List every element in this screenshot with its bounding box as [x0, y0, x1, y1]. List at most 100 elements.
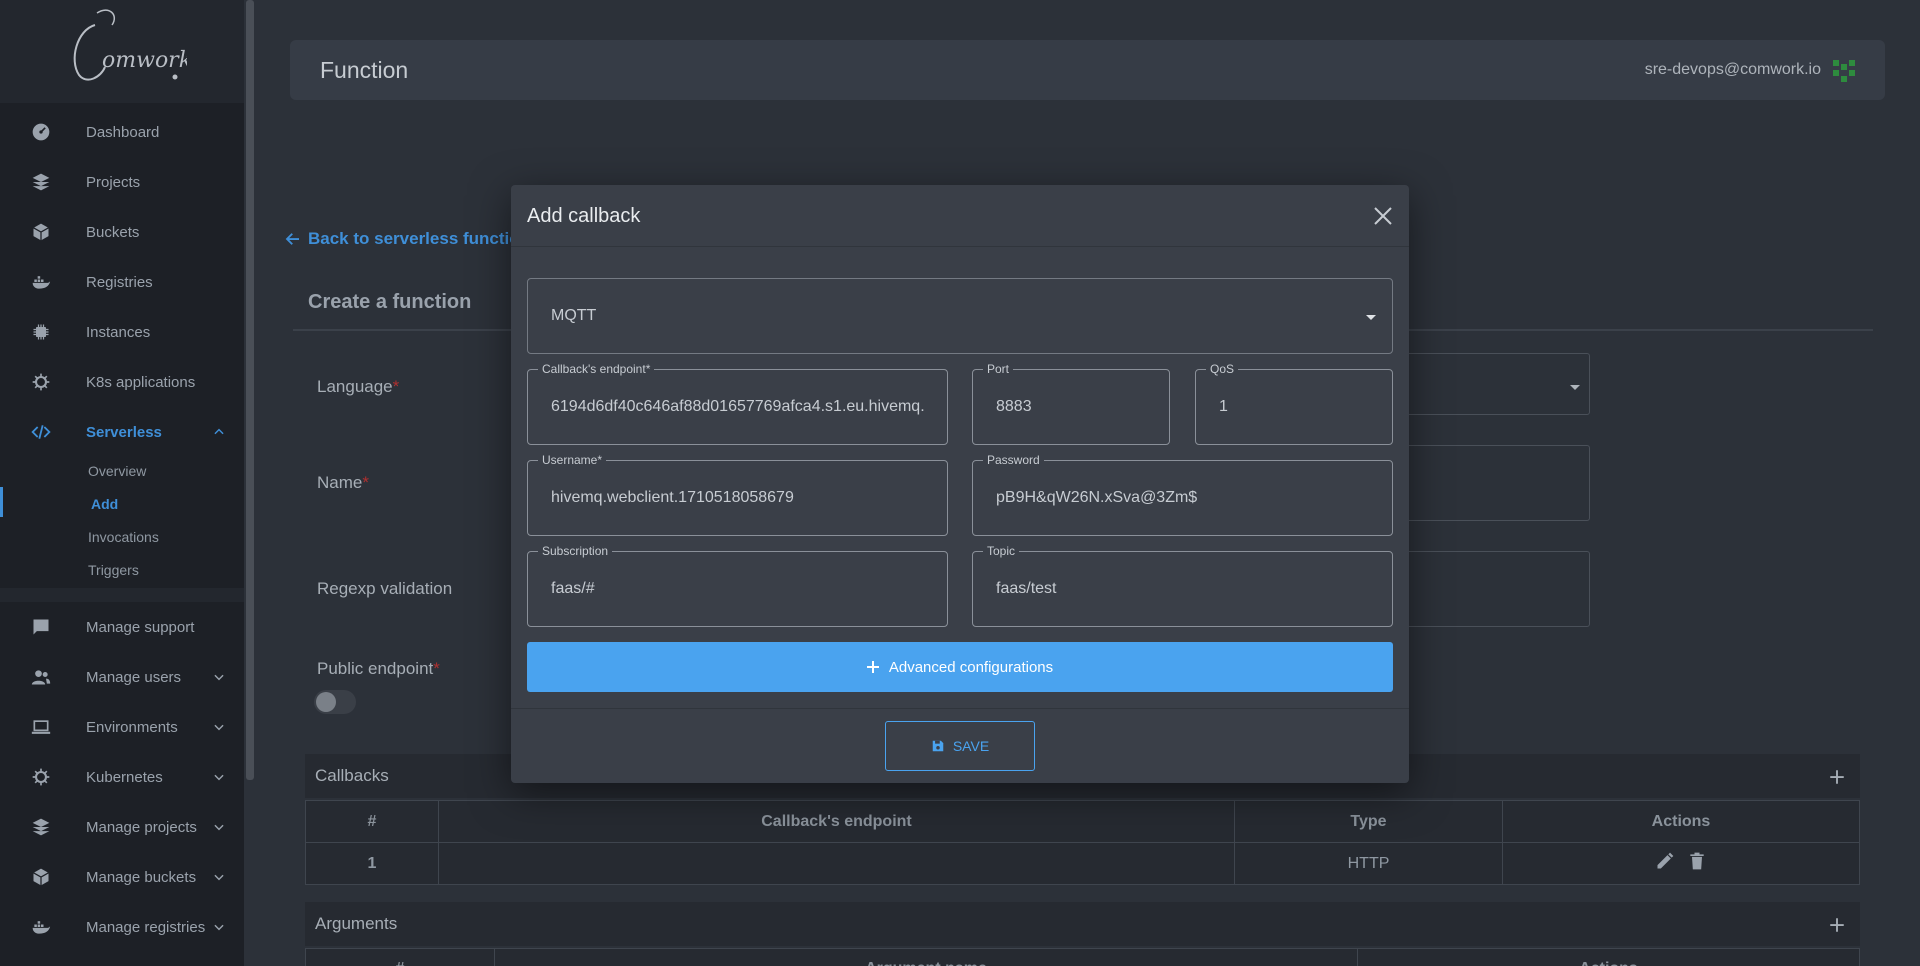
- delete-icon[interactable]: [1687, 851, 1707, 871]
- advanced-configurations-button[interactable]: Advanced configurations: [527, 642, 1393, 692]
- sidebar-item-manage-projects[interactable]: Manage projects: [0, 802, 244, 852]
- close-icon[interactable]: [1371, 204, 1395, 228]
- arguments-header: Arguments: [305, 902, 1860, 946]
- topic-input[interactable]: [973, 552, 1392, 626]
- sub-item-overview[interactable]: Overview: [88, 463, 146, 479]
- advanced-configurations-label: Advanced configurations: [888, 658, 1054, 676]
- add-callback-icon[interactable]: [1828, 768, 1846, 786]
- chat-icon: [30, 616, 52, 638]
- sidebar-item-manage-users[interactable]: Manage users: [0, 652, 244, 702]
- sub-item-invocations[interactable]: Invocations: [88, 529, 159, 545]
- add-argument-icon[interactable]: [1828, 916, 1846, 934]
- chevron-down-icon[interactable]: [212, 870, 226, 884]
- page-header: Function sre-devops@comwork.io: [290, 40, 1885, 100]
- sidebar-item-manage-buckets[interactable]: Manage buckets: [0, 852, 244, 902]
- sidebar-item-label: Environments: [86, 718, 178, 736]
- comwork-logo[interactable]: omwork: [0, 0, 244, 100]
- sidebar-item-dashboard[interactable]: Dashboard: [0, 107, 244, 157]
- sidebar-item-label: Manage registries: [86, 918, 206, 936]
- save-button[interactable]: SAVE: [885, 721, 1035, 771]
- subscription-field: Subscription: [527, 544, 948, 627]
- row-index: 1: [305, 842, 439, 885]
- sidebar-item-manage-support[interactable]: Manage support: [0, 602, 244, 652]
- sidebar-item-environments[interactable]: Environments: [0, 702, 244, 752]
- dialog-header: Add callback: [511, 185, 1409, 247]
- docker-icon: [30, 271, 52, 293]
- save-icon: [932, 740, 944, 752]
- callback-type-select[interactable]: MQTT: [527, 278, 1393, 354]
- back-link-label: Back to serverless functio: [308, 229, 520, 248]
- users-icon: [30, 666, 52, 688]
- sidebar-item-label: Manage buckets: [86, 868, 197, 886]
- user-email[interactable]: sre-devops@comwork.io: [1645, 61, 1821, 79]
- active-indicator: [0, 487, 3, 517]
- language-select[interactable]: [1380, 353, 1590, 415]
- back-link[interactable]: Back to serverless functio: [284, 229, 520, 249]
- column-header: Callback's endpoint: [438, 800, 1235, 843]
- layers-icon: [30, 171, 52, 193]
- table-header-row: # Callback's endpoint Type Actions: [305, 800, 1860, 843]
- endpoint-input[interactable]: [528, 370, 947, 444]
- column-header: Argument name: [494, 948, 1358, 966]
- arrow-left-icon: [285, 233, 299, 245]
- sidebar-item-serverless[interactable]: Serverless: [0, 407, 244, 457]
- subscription-input[interactable]: [528, 552, 947, 626]
- qos-input[interactable]: [1196, 370, 1392, 444]
- sidebar-item-label: Instances: [86, 323, 151, 341]
- callbacks-title: Callbacks: [315, 766, 389, 785]
- password-input[interactable]: [973, 461, 1392, 535]
- qos-field: QoS: [1195, 362, 1393, 445]
- sidebar-item-label: K8s applications: [86, 373, 196, 391]
- caret-down-icon: [1570, 385, 1580, 390]
- logo-icon: omwork: [73, 9, 187, 81]
- page-title: Function: [320, 57, 409, 83]
- chevron-down-icon[interactable]: [212, 670, 226, 684]
- chevron-down-icon[interactable]: [212, 770, 226, 784]
- helm-icon: [30, 766, 52, 788]
- laptop-icon: [30, 716, 52, 738]
- sidebar-item-label: Manage projects: [86, 818, 197, 836]
- dashboard-icon: [30, 121, 52, 143]
- sidebar-item-projects[interactable]: Projects: [0, 157, 244, 207]
- admin-nav: Manage support Manage users Environments…: [0, 602, 244, 966]
- sidebar-item-buckets[interactable]: Buckets: [0, 207, 244, 257]
- chevron-up-icon[interactable]: [212, 425, 226, 439]
- sidebar-item-label: Kubernetes: [86, 768, 163, 786]
- sidebar-item-label: Registries: [86, 273, 153, 291]
- sidebar-item-registries[interactable]: Registries: [0, 257, 244, 307]
- column-header: #: [305, 948, 495, 966]
- sub-item-triggers[interactable]: Triggers: [88, 562, 139, 578]
- sidebar: omwork Dashboard Projects Buckets Regist…: [0, 0, 244, 966]
- chevron-down-icon[interactable]: [212, 920, 226, 934]
- docker-icon: [30, 916, 52, 938]
- avatar-icon[interactable]: [1831, 58, 1857, 84]
- create-function-title: Create a function: [308, 291, 472, 313]
- sidebar-item-manage-registries[interactable]: Manage registries: [0, 902, 244, 952]
- chevron-down-icon[interactable]: [212, 720, 226, 734]
- code-icon: [30, 421, 52, 443]
- row-endpoint: [438, 842, 1235, 885]
- table-row: 1 HTTP: [305, 842, 1860, 885]
- sidebar-item-kubernetes[interactable]: Kubernetes: [0, 752, 244, 802]
- sub-item-add[interactable]: Add: [91, 496, 118, 512]
- name-input[interactable]: [1380, 445, 1590, 521]
- caret-down-icon: [1366, 315, 1376, 320]
- username-input[interactable]: [528, 461, 947, 535]
- callbacks-table: # Callback's endpoint Type Actions 1 HTT…: [305, 800, 1860, 885]
- chevron-down-icon[interactable]: [212, 820, 226, 834]
- regexp-input[interactable]: [1380, 551, 1590, 627]
- sidebar-scrollbar[interactable]: [246, 0, 254, 780]
- sidebar-item-k8s-applications[interactable]: K8s applications: [0, 357, 244, 407]
- sidebar-item-label: Manage support: [86, 618, 195, 636]
- dialog-title: Add callback: [527, 205, 641, 227]
- port-input[interactable]: [973, 370, 1169, 444]
- svg-text:omwork: omwork: [102, 48, 187, 73]
- regexp-label: Regexp validation: [317, 579, 453, 598]
- endpoint-field: Callback's endpoint*: [527, 362, 948, 445]
- sidebar-item-instances[interactable]: Instances: [0, 307, 244, 357]
- column-header: Actions: [1357, 948, 1860, 966]
- edit-icon[interactable]: [1655, 851, 1675, 871]
- public-endpoint-toggle[interactable]: [314, 690, 356, 714]
- language-label: Language*: [317, 377, 400, 396]
- cube-icon: [30, 221, 52, 243]
